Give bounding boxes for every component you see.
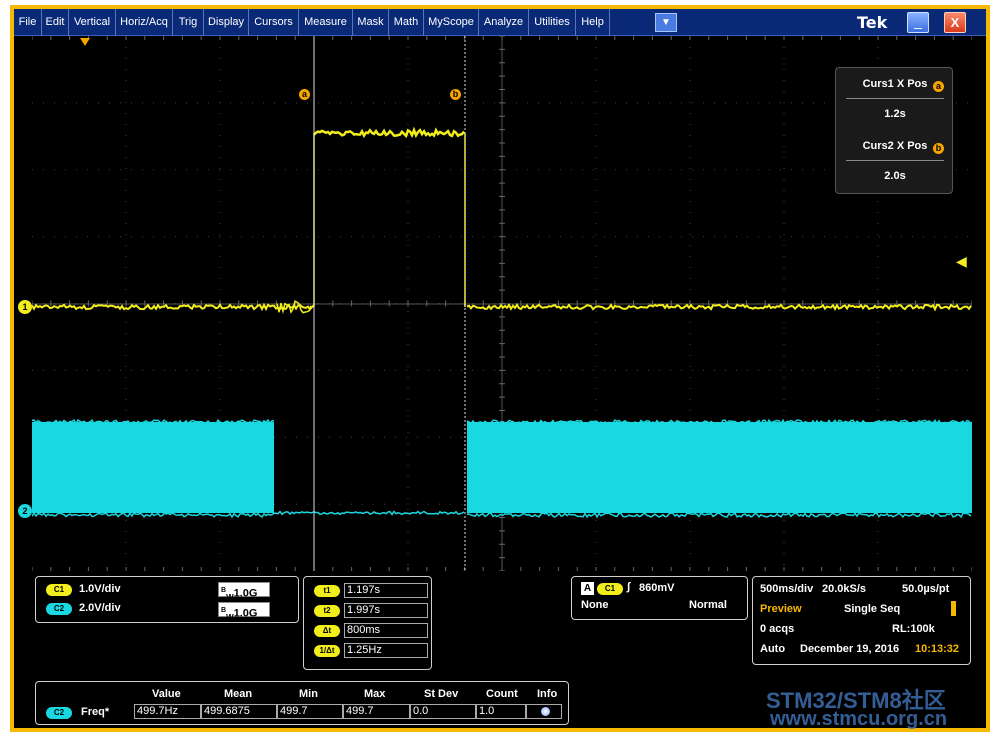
divider — [846, 160, 944, 161]
divider — [846, 98, 944, 99]
resolution: 50.0µs/pt — [902, 583, 949, 595]
measurement-table[interactable]: Value Mean Min Max St Dev Count Info C2 … — [35, 681, 569, 725]
c2-bandwidth: BW1.0G — [218, 602, 270, 617]
sample-rate: 20.0kS/s — [822, 583, 866, 595]
dt-tag: Δt — [314, 625, 340, 637]
menu-measure[interactable]: Measure — [299, 9, 353, 36]
trigger-mode: Normal — [689, 599, 727, 611]
cursor-readout-panel[interactable]: t1 1.197s t2 1.997s Δt 800ms 1/Δt 1.25Hz — [303, 576, 432, 670]
oscilloscope-app: File Edit Vertical Horiz/Acq Trig Displa… — [14, 9, 986, 728]
curs1-value: 1.2s — [836, 108, 954, 120]
t1-tag: t1 — [314, 585, 340, 597]
menu-myscope[interactable]: MyScope — [424, 9, 479, 36]
channel-2-marker[interactable]: 2 — [18, 504, 32, 518]
menu-vertical[interactable]: Vertical — [69, 9, 116, 36]
curs1-badge-icon: a — [933, 81, 944, 92]
menu-edit[interactable]: Edit — [42, 9, 69, 36]
trigger-source-tag: C1 — [597, 583, 623, 595]
menu-trig[interactable]: Trig — [173, 9, 204, 36]
vertical-settings-panel[interactable]: C1 1.0V/div BW1.0G C2 2.0V/div BW1.0G — [35, 576, 299, 623]
col-header-stdev: St Dev — [424, 688, 458, 700]
brand-logo: Tek — [857, 13, 887, 32]
waveform-display[interactable] — [32, 36, 972, 571]
meas-count: 1.0 — [476, 704, 526, 719]
rising-edge-icon: ∫ — [627, 581, 630, 593]
trigger-level-arrow-icon[interactable]: ◀ — [956, 256, 967, 266]
meas-info-cell — [526, 704, 562, 719]
ch2-trace-low — [274, 512, 464, 515]
trigger-position-icon[interactable] — [80, 38, 90, 46]
menu-math[interactable]: Math — [389, 9, 424, 36]
c1-bandwidth: BW1.0G — [218, 582, 270, 597]
meas-value: 499.7Hz — [134, 704, 201, 719]
date: December 19, 2016 — [800, 643, 899, 655]
menu-file[interactable]: File — [14, 9, 42, 36]
ch2-burst-band — [32, 422, 274, 513]
dropdown-arrow-icon[interactable]: ▼ — [655, 13, 677, 32]
meas-name: Freq* — [81, 706, 109, 718]
minimize-button[interactable]: _ — [907, 12, 929, 33]
info-icon[interactable] — [541, 707, 550, 716]
menu-horiz-acq[interactable]: Horiz/Acq — [116, 9, 173, 36]
trigger-panel[interactable]: A C1 ∫ 860mV None Normal — [571, 576, 748, 620]
meas-mean: 499.6875 — [201, 704, 277, 719]
curs2-value: 2.0s — [836, 170, 954, 182]
acq-state: Preview — [760, 603, 802, 615]
ch2-burst-band — [467, 422, 972, 513]
col-header-value: Value — [152, 688, 181, 700]
ch1-trace-low — [32, 305, 314, 309]
t1-value: 1.197s — [344, 583, 428, 598]
meas-min: 499.7 — [277, 704, 343, 719]
meas-source-tag: C2 — [46, 707, 72, 719]
auto-mode: Auto — [760, 643, 785, 655]
c2-tag: C2 — [46, 603, 72, 615]
menu-display[interactable]: Display — [204, 9, 249, 36]
close-button[interactable]: X — [944, 12, 966, 33]
inv-dt-tag: 1/Δt — [314, 645, 340, 657]
t2-tag: t2 — [314, 605, 340, 617]
menu-help[interactable]: Help — [576, 9, 610, 36]
col-header-max: Max — [364, 688, 385, 700]
graticule-grid — [32, 36, 972, 571]
channel-1-marker[interactable]: 1 — [18, 300, 32, 314]
meas-stdev: 0.0 — [410, 704, 476, 719]
menu-bar: File Edit Vertical Horiz/Acq Trig Displa… — [14, 9, 986, 36]
c1-tag: C1 — [46, 584, 72, 596]
col-header-count: Count — [486, 688, 518, 700]
menu-mask[interactable]: Mask — [353, 9, 389, 36]
trigger-coupling: None — [581, 599, 609, 611]
acquisition-panel[interactable]: 500ms/div 20.0kS/s 50.0µs/pt Preview Sin… — [752, 576, 971, 665]
ch2-burst-bottom — [32, 513, 274, 517]
acq-count: 0 acqs — [760, 623, 794, 635]
col-header-min: Min — [299, 688, 318, 700]
watermark-url: www.stmcu.org.cn — [770, 708, 947, 731]
ch1-trace-low — [467, 305, 971, 309]
record-length: RL:100k — [892, 623, 935, 635]
cursor-a-badge[interactable]: a — [299, 89, 310, 100]
trigger-level: 860mV — [639, 582, 674, 594]
trigger-a-tag: A — [581, 582, 594, 595]
time: 10:13:32 — [915, 643, 959, 655]
c1-scale: 1.0V/div — [79, 583, 121, 595]
acq-mode: Single Seq — [844, 603, 900, 615]
c2-scale: 2.0V/div — [79, 602, 121, 614]
cursor-position-readout[interactable]: Curs1 X Pos a 1.2s Curs2 X Pos b 2.0s — [835, 67, 953, 194]
timebase: 500ms/div — [760, 583, 813, 595]
run-indicator-icon — [951, 601, 956, 616]
menu-analyze[interactable]: Analyze — [479, 9, 529, 36]
col-header-info: Info — [537, 688, 557, 700]
t2-value: 1.997s — [344, 603, 428, 618]
curs2-badge-icon: b — [933, 143, 944, 154]
cursor-b-badge[interactable]: b — [450, 89, 461, 100]
ch1-trace-high — [314, 130, 464, 136]
menu-utilities[interactable]: Utilities — [529, 9, 576, 36]
inv-dt-value: 1.25Hz — [344, 643, 428, 658]
col-header-mean: Mean — [224, 688, 252, 700]
menu-cursors[interactable]: Cursors — [249, 9, 299, 36]
ch2-burst-bottom — [467, 513, 971, 517]
meas-max: 499.7 — [343, 704, 410, 719]
dt-value: 800ms — [344, 623, 428, 638]
